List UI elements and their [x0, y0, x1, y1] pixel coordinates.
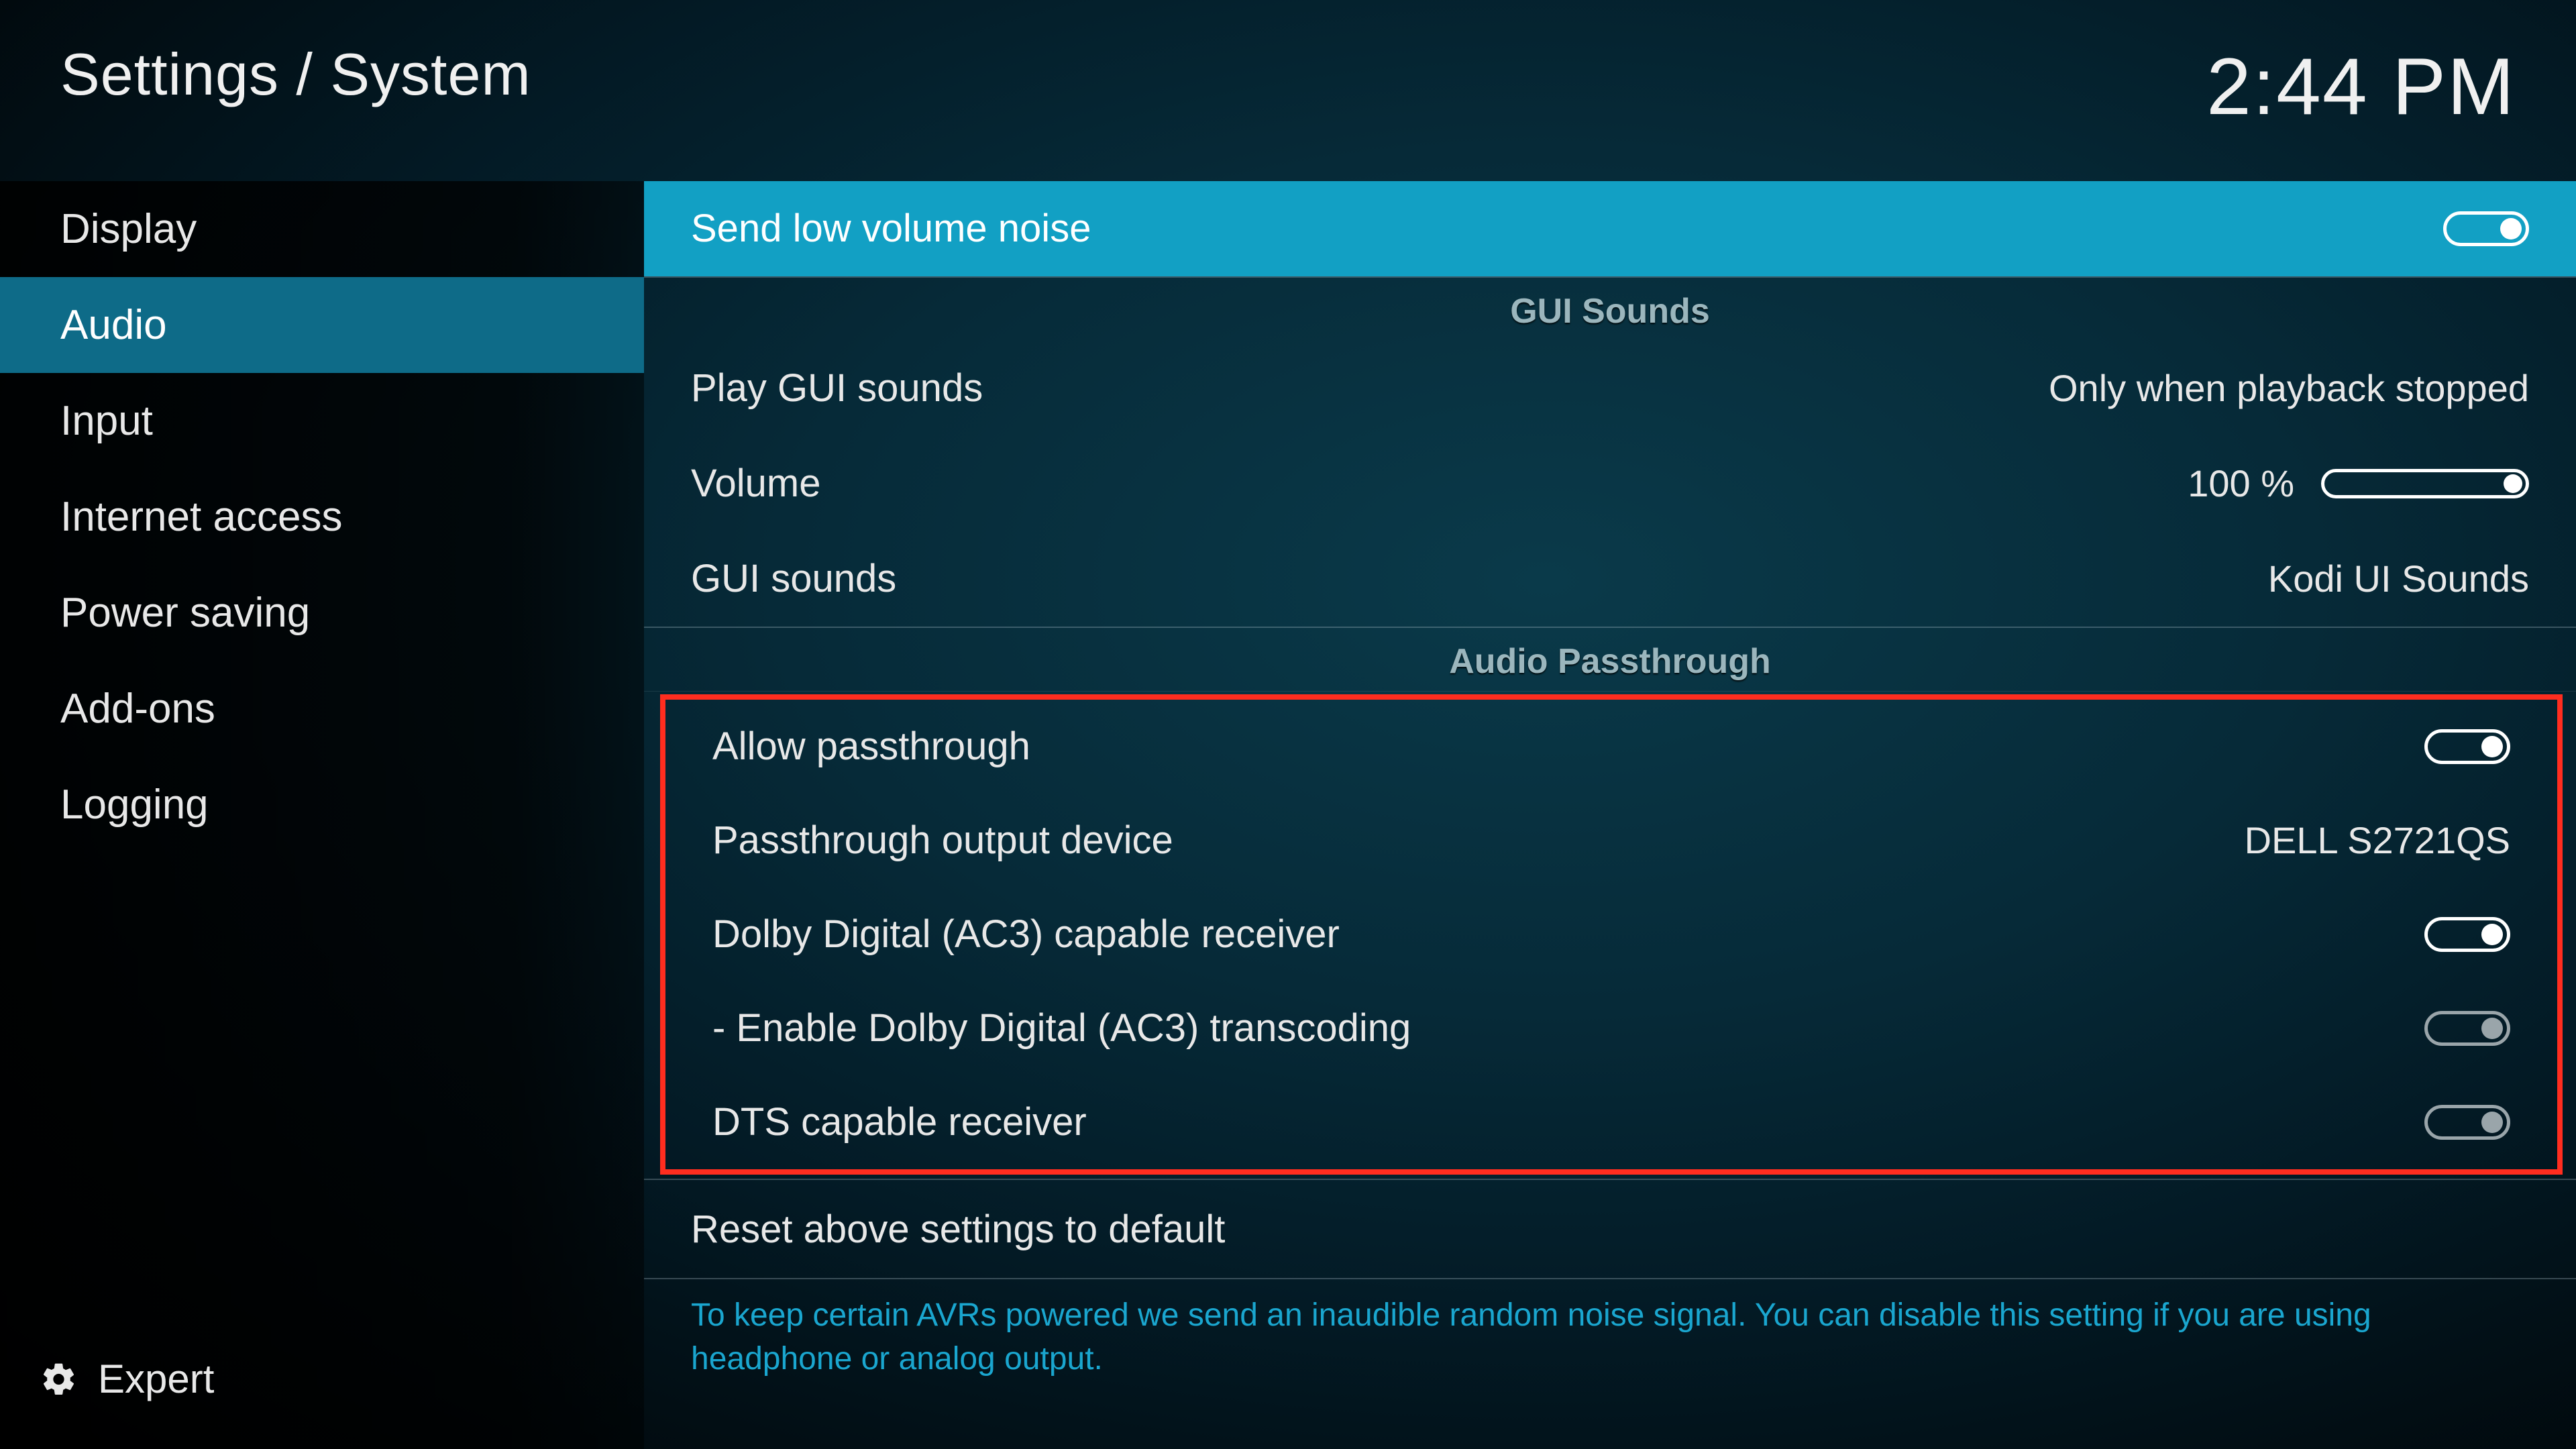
setting-label: Volume [691, 461, 2188, 506]
sidebar-item-power-saving[interactable]: Power saving [0, 565, 644, 661]
setting-value: Kodi UI Sounds [2268, 557, 2529, 600]
setting-dts-receiver[interactable]: DTS capable receiver [665, 1075, 2557, 1169]
volume-slider[interactable] [2321, 469, 2529, 498]
settings-level-button[interactable]: Expert [0, 1332, 644, 1449]
setting-label: Dolby Digital (AC3) capable receiver [712, 912, 2424, 957]
settings-level-label: Expert [98, 1356, 214, 1402]
setting-label: Reset above settings to default [691, 1207, 2529, 1252]
setting-label: Passthrough output device [712, 818, 2245, 863]
setting-label: GUI sounds [691, 556, 2268, 601]
toggle-on-icon [2424, 917, 2510, 952]
breadcrumb: Settings / System [60, 40, 531, 109]
sidebar-item-add-ons[interactable]: Add-ons [0, 661, 644, 757]
setting-allow-passthrough[interactable]: Allow passthrough [665, 700, 2557, 794]
setting-value: DELL S2721QS [2245, 818, 2510, 862]
clock: 2:44 PM [2206, 40, 2516, 133]
toggle-off-icon [2424, 1105, 2510, 1140]
setting-label: Play GUI sounds [691, 366, 2049, 411]
setting-volume[interactable]: Volume 100 % [644, 436, 2576, 531]
setting-passthrough-output-device[interactable]: Passthrough output device DELL S2721QS [665, 794, 2557, 888]
setting-send-low-volume-noise[interactable]: Send low volume noise [644, 181, 2576, 276]
section-header-audio-passthrough: Audio Passthrough [644, 627, 2576, 692]
toggle-on-icon [2443, 211, 2529, 246]
setting-value: 100 % [2188, 462, 2294, 505]
settings-panel: Send low volume noise GUI Sounds Play GU… [644, 181, 2576, 1449]
setting-enable-ac3-transcoding[interactable]: - Enable Dolby Digital (AC3) transcoding [665, 981, 2557, 1075]
setting-hint: To keep certain AVRs powered we send an … [644, 1279, 2576, 1408]
section-header-gui-sounds: GUI Sounds [644, 276, 2576, 341]
sidebar-item-audio[interactable]: Audio [0, 277, 644, 373]
setting-dolby-ac3-receiver[interactable]: Dolby Digital (AC3) capable receiver [665, 888, 2557, 981]
sidebar-item-internet-access[interactable]: Internet access [0, 469, 644, 565]
toggle-on-icon [2424, 729, 2510, 764]
sidebar-item-logging[interactable]: Logging [0, 757, 644, 853]
toggle-off-icon [2424, 1011, 2510, 1046]
setting-label: Allow passthrough [712, 724, 2424, 769]
sidebar-item-display[interactable]: Display [0, 181, 644, 277]
sidebar: Display Audio Input Internet access Powe… [0, 181, 644, 1449]
reset-settings-button[interactable]: Reset above settings to default [644, 1179, 2576, 1279]
setting-label: DTS capable receiver [712, 1099, 2424, 1144]
setting-value: Only when playback stopped [2049, 366, 2529, 410]
setting-label: - Enable Dolby Digital (AC3) transcoding [712, 1006, 2424, 1051]
header: Settings / System 2:44 PM [0, 0, 2576, 181]
setting-gui-sounds[interactable]: GUI sounds Kodi UI Sounds [644, 531, 2576, 627]
setting-label: Send low volume noise [691, 206, 2443, 251]
setting-play-gui-sounds[interactable]: Play GUI sounds Only when playback stopp… [644, 341, 2576, 436]
gear-icon [40, 1360, 78, 1398]
sidebar-item-input[interactable]: Input [0, 373, 644, 469]
highlight-annotation: Allow passthrough Passthrough output dev… [660, 694, 2563, 1175]
